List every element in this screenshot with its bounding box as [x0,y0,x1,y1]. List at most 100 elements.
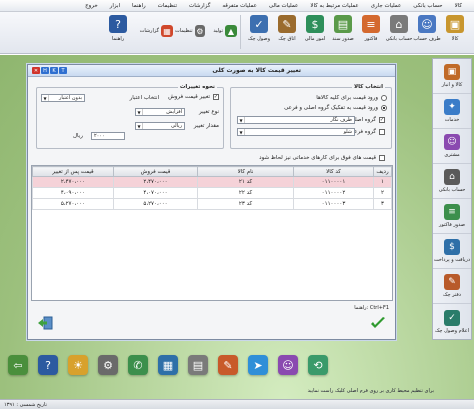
menu-item[interactable]: گزارشات [183,3,216,9]
exit-icon[interactable]: ⇦ [8,355,28,375]
amount-input[interactable]: ۲۰۰۰ [91,132,125,140]
person-icon: ☺ [418,15,436,33]
option-all-goods[interactable]: ورود قیمت برای کلیه کالاها [316,95,387,101]
cheque-icon: ✎ [278,15,296,33]
status-bar: تاریخ شمسی : ۱۳۹۱ [0,399,474,409]
sidebar: ▣ کالا و انبار ✦ خدمات ☺ مشتری ⌂ حساب بانکی … [432,58,472,340]
chevron-down-icon[interactable]: ▼ [136,109,143,115]
option-by-group[interactable]: ورود قیمت به تفکیک گروه اصلی و فرعی [284,105,387,111]
column-header[interactable]: ردیف [373,166,392,177]
user-icon[interactable]: ☺ [278,355,298,375]
main-group-check[interactable]: ✓ گروه اصلی [350,117,385,123]
settings-icon: ⚙ [194,25,205,37]
sidebar-item-service[interactable]: ✦ خدمات [433,94,471,129]
confirm-button[interactable] [369,315,387,331]
chevron-down-icon[interactable]: ▼ [238,117,245,123]
sidebar-item-bank[interactable]: ⌂ حساب بانکی [433,164,471,199]
control-t[interactable]: T [59,67,67,74]
menu-item[interactable]: خروج [79,3,104,9]
control-k[interactable]: K [50,67,58,74]
status-date: تاریخ شمسی : ۱۳۹۱ [4,401,47,408]
radio-button[interactable] [381,105,387,111]
change-type-combo[interactable]: افزایش ▼ [135,108,185,116]
note-icon[interactable]: ✎ [218,355,238,375]
calculator-icon[interactable]: ▤ [188,355,208,375]
menu-item[interactable]: راهنما [126,3,152,9]
settings-icon[interactable]: ⚙ [98,355,118,375]
toolbar-button[interactable]: ▲ تولید [207,21,237,41]
close-icon[interactable]: ✕ [32,67,40,74]
calendar-icon[interactable]: ▦ [158,355,178,375]
credit-label: انتخاب اعتبار [129,95,159,101]
menu-item[interactable]: حساب بانکی [407,3,448,9]
phone-icon[interactable]: ✆ [128,355,148,375]
toolbar-button[interactable]: ☺ طرف حساب [413,15,441,53]
column-header[interactable]: نام کالا [197,166,294,177]
group-title: انتخاب کالا [351,84,385,90]
change-type-label: نوع تغییر [199,109,219,115]
toolbar-button[interactable]: ? راهنما [105,15,131,53]
hint-text: برای تنظیم محیط کاری بر روی فرم اصلی کلی… [307,388,434,394]
column-header[interactable]: قیمت فروش [113,166,198,177]
backup-icon[interactable]: ⟲ [308,355,328,375]
chevron-down-icon[interactable]: ▼ [136,123,143,129]
sidebar-item-chequebook[interactable]: ✎ دفتر چک [433,269,471,304]
table-row[interactable]: ۳ ۰۱۱۰۰۰۰۳ کد ۲۳ ۵،۲۷۰،۰۰۰ ۵،۲۷۰،۰۰۰ [32,198,392,210]
toolbar-button[interactable]: $ امور مالی [302,15,328,53]
sidebar-item-payment[interactable]: $ دریافت و پرداخت [433,234,471,269]
table-row[interactable]: ۱ ۰۱۱۰۰۰۰۱ کد ۲۱ ۲،۴۷۰،۰۰۰ ۲،۴۷۰،۰۰۰ [32,176,392,188]
menu-item[interactable]: ابزار [104,3,126,9]
dialog-titlebar: ✕ H K T تغییر قیمت کالا به صورت کلی [28,65,395,77]
table-header: ردیف کد کالا نام کالا قیمت فروش قیمت پس … [32,166,392,177]
send-icon[interactable]: ➤ [248,355,268,375]
toolbar-button[interactable]: ▦ گزارشات [133,21,173,41]
toolbar-button[interactable]: ▤ صدور سند [330,15,356,53]
toolbar-button[interactable]: ⌂ حساب بانکی [386,15,412,53]
services-check-row[interactable]: قیمت های فوق برای کارهای خدماتی نیز لحاظ… [259,155,385,161]
amount-type-combo[interactable]: ریالی ▼ [135,122,185,130]
exit-button[interactable] [36,315,54,331]
credit-combo[interactable]: بدون اعتبار ▼ [41,94,85,102]
quick-launch-bar: ⇦ ? ☀ ⚙ ✆ ▦ ▤ ✎ ➤ ☺ ⟲ [0,346,420,384]
checkbox[interactable]: ✓ [213,94,219,100]
toolbar-button[interactable]: ✎ اتاق چک [274,15,300,53]
checkbox[interactable] [379,129,385,135]
sidebar-item-invoice[interactable]: ≡ صدور فاکتور [433,199,471,234]
toolbar-button[interactable]: ▣ کالا [442,15,468,53]
checkbox[interactable] [379,155,385,161]
goods-table: ردیف کد کالا نام کالا قیمت فروش قیمت پس … [31,165,393,301]
toolbar-button[interactable]: ⚙ تنظیمات [175,21,205,41]
help-icon[interactable]: ? [38,355,58,375]
window-controls: ✕ H K T [32,67,67,74]
menu-item[interactable]: کالا [449,3,468,9]
main-group-combo[interactable]: ظرف نگار ▼ [237,116,355,124]
service-icon: ✦ [444,99,460,115]
menu-item[interactable]: عملیات مالی [263,3,304,9]
invoice-icon: ≡ [444,204,460,220]
price-change-check[interactable]: ✓ تغییر قیمت فروش [168,94,219,100]
group-title: نحوه تغییرات [177,84,217,90]
menu-item[interactable]: عملیات مرتبط به کالا [304,3,364,9]
toolbar-button[interactable]: ≡ فاکتور [358,15,384,53]
bank-icon: ⌂ [390,15,408,33]
control-h[interactable]: H [41,67,49,74]
radio-button[interactable] [381,95,387,101]
checkbox[interactable]: ✓ [379,117,385,123]
sun-icon[interactable]: ☀ [68,355,88,375]
chevron-down-icon[interactable]: ▼ [238,129,245,135]
customer-icon: ☺ [444,134,460,150]
chevron-down-icon[interactable]: ▼ [42,95,49,101]
sub-group-combo[interactable]: شلو ▼ [237,128,355,136]
checkmark-icon [371,317,385,328]
menu-item[interactable]: عملیات متفرقه [216,3,263,9]
factory-icon: ▲ [225,25,237,37]
column-header[interactable]: کد کالا [293,166,374,177]
menu-item[interactable]: عملیات جاری [365,3,408,9]
sidebar-item-customer[interactable]: ☺ مشتری [433,129,471,164]
toolbar-button[interactable]: ✓ وصول چک [246,15,272,53]
column-header[interactable]: قیمت پس از تغییر [32,166,114,177]
sidebar-item-warehouse[interactable]: ▣ کالا و انبار [433,59,471,94]
sidebar-item-cheque-receive[interactable]: ✓ اعلام وصول چک [433,304,471,339]
table-row[interactable]: ۲ ۰۱۱۰۰۰۰۲ کد ۲۲ ۴،۰۷۰،۰۰۰ ۴،۰۹۰،۰۰۰ [32,187,392,199]
menu-item[interactable]: تنظیمات [152,3,183,9]
